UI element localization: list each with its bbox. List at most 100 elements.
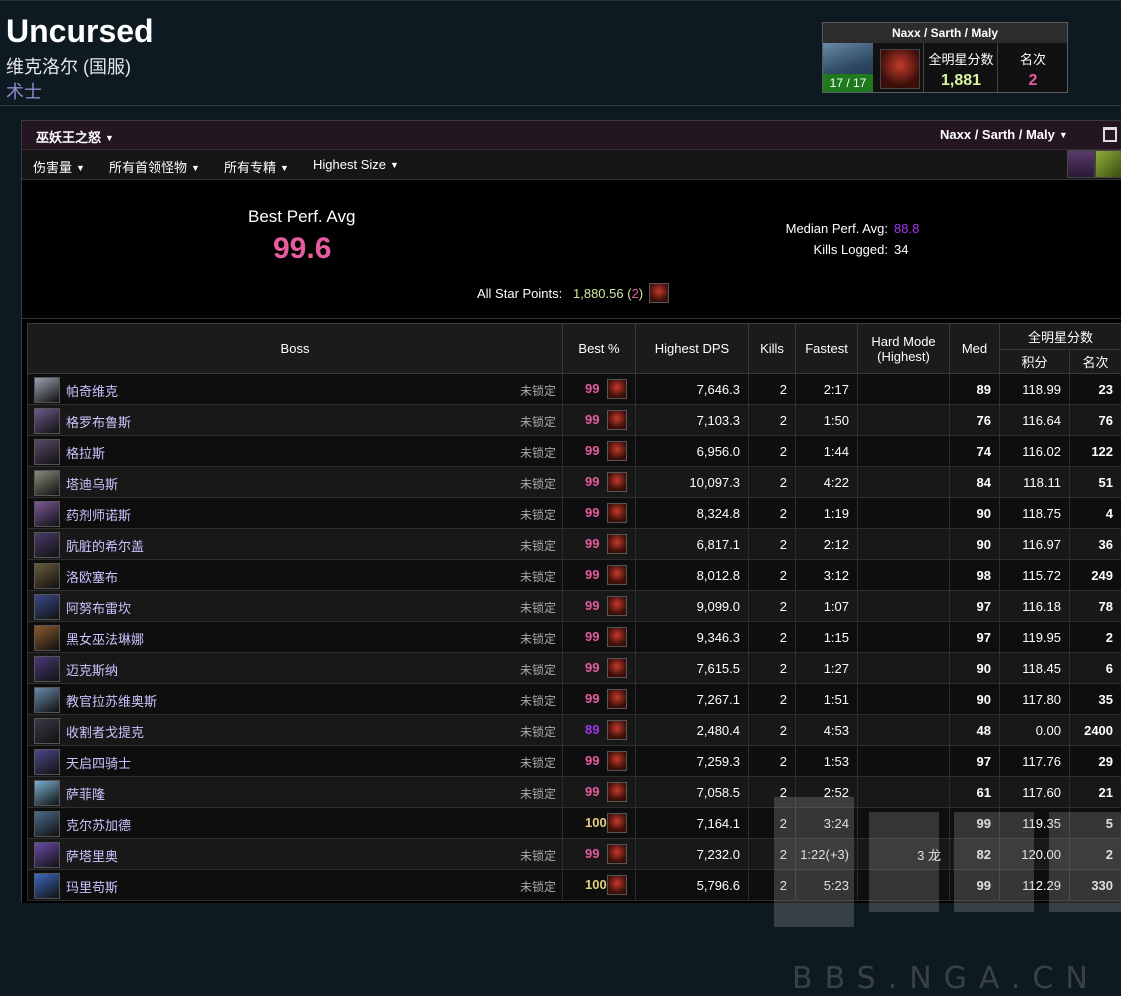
table-row[interactable]: 萨塔里奥未锁定997,232.021:22(+3)3 龙82120.002	[28, 839, 1121, 870]
best-perf-avg-label: Best Perf. Avg	[248, 207, 355, 227]
boss-name-link[interactable]: 萨菲隆	[66, 784, 105, 803]
spec-icon	[607, 565, 627, 585]
all-star-points: 116.64	[1000, 405, 1070, 436]
table-row[interactable]: 克尔苏加德1007,164.123:2499119.355	[28, 808, 1121, 839]
character-realm[interactable]: 维克洛尔 (国服)	[6, 53, 131, 79]
asp-value: 1,880.56	[573, 286, 624, 301]
best-percent-cell: 99	[563, 529, 636, 560]
maximize-icon[interactable]	[1103, 127, 1117, 142]
col-rank[interactable]: 名次	[1070, 350, 1121, 374]
table-row[interactable]: 洛欧塞布未锁定998,012.823:1298115.72249	[28, 560, 1121, 591]
best-percent[interactable]: 99	[585, 660, 599, 675]
highest-dps: 7,615.5	[636, 653, 749, 684]
boss-name-link[interactable]: 天启四骑士	[66, 753, 131, 772]
best-percent[interactable]: 99	[585, 691, 599, 706]
kills: 2	[749, 839, 796, 870]
table-row[interactable]: 玛里苟斯未锁定1005,796.625:2399112.29330	[28, 870, 1121, 901]
fastest: 5:23	[796, 870, 858, 901]
best-percent[interactable]: 99	[585, 598, 599, 613]
party-icon[interactable]	[1067, 150, 1095, 178]
boss-name-link[interactable]: 玛里苟斯	[66, 877, 118, 896]
key-icon[interactable]	[1095, 150, 1121, 178]
table-row[interactable]: 收割者戈提克未锁定892,480.424:53480.002400	[28, 715, 1121, 746]
boss-name-link[interactable]: 阿努布雷坎	[66, 598, 131, 617]
boss-name-link[interactable]: 教官拉苏维奥斯	[66, 691, 157, 710]
expansion-dropdown[interactable]: 巫妖王之怒▼	[36, 127, 114, 146]
best-percent[interactable]: 99	[585, 629, 599, 644]
table-row[interactable]: 塔迪乌斯未锁定9910,097.324:2284118.1151	[28, 467, 1121, 498]
best-percent[interactable]: 99	[585, 381, 599, 396]
boss-name-link[interactable]: 药剂师诺斯	[66, 505, 131, 524]
boss-name-link[interactable]: 黑女巫法琳娜	[66, 629, 144, 648]
best-percent[interactable]: 99	[585, 753, 599, 768]
zone-dropdown[interactable]: Naxx / Sarth / Maly▼	[940, 127, 1068, 142]
boss-cell: 黑女巫法琳娜未锁定	[28, 622, 563, 653]
boss-name-link[interactable]: 克尔苏加德	[66, 815, 131, 834]
spec-icon	[607, 472, 627, 492]
boss-name-link[interactable]: 洛欧塞布	[66, 567, 118, 586]
table-row[interactable]: 格拉斯未锁定996,956.021:4474116.02122	[28, 436, 1121, 467]
table-row[interactable]: 教官拉苏维奥斯未锁定997,267.121:5190117.8035	[28, 684, 1121, 715]
col-kills[interactable]: Kills	[749, 324, 796, 374]
best-percent[interactable]: 99	[585, 846, 599, 861]
median-percent: 97	[950, 622, 1000, 653]
boss-name-link[interactable]: 收割者戈提克	[66, 722, 144, 741]
all-star-points: 117.80	[1000, 684, 1070, 715]
size-filter-dropdown[interactable]: Highest Size▼	[313, 157, 399, 172]
col-fastest[interactable]: Fastest	[796, 324, 858, 374]
median-percent: 97	[950, 746, 1000, 777]
all-star-points: 118.75	[1000, 498, 1070, 529]
col-highest-dps[interactable]: Highest DPS	[636, 324, 749, 374]
boss-cell: 洛欧塞布未锁定	[28, 560, 563, 591]
best-percent[interactable]: 99	[585, 412, 599, 427]
table-row[interactable]: 天启四骑士未锁定997,259.321:5397117.7629	[28, 746, 1121, 777]
table-row[interactable]: 阿努布雷坎未锁定999,099.021:0797116.1878	[28, 591, 1121, 622]
boss-name-link[interactable]: 迈克斯纳	[66, 660, 118, 679]
kills: 2	[749, 808, 796, 839]
metric-dropdown[interactable]: 伤害量▼	[33, 157, 85, 176]
table-row[interactable]: 萨菲隆未锁定997,058.522:5261117.6021	[28, 777, 1121, 808]
col-points[interactable]: 积分	[1000, 350, 1070, 374]
fastest: 1:07	[796, 591, 858, 622]
table-row[interactable]: 药剂师诺斯未锁定998,324.821:1990118.754	[28, 498, 1121, 529]
best-percent[interactable]: 99	[585, 505, 599, 520]
best-percent[interactable]: 100	[585, 815, 607, 830]
col-best-percent[interactable]: Best %	[563, 324, 636, 374]
boss-name-link[interactable]: 帕奇维克	[66, 381, 118, 400]
best-percent[interactable]: 99	[585, 567, 599, 582]
fastest: 1:50	[796, 405, 858, 436]
boss-name-link[interactable]: 格拉斯	[66, 443, 105, 462]
col-median[interactable]: Med	[950, 324, 1000, 374]
boss-name-link[interactable]: 萨塔里奥	[66, 846, 118, 865]
boss-name-link[interactable]: 肮脏的希尔盖	[66, 536, 144, 555]
col-boss[interactable]: Boss	[28, 324, 563, 374]
table-row[interactable]: 肮脏的希尔盖未锁定996,817.122:1290116.9736	[28, 529, 1121, 560]
spec-filter-dropdown[interactable]: 所有专精▼	[224, 157, 289, 176]
table-row[interactable]: 格罗布鲁斯未锁定997,103.321:5076116.6476	[28, 405, 1121, 436]
zone-rank-box[interactable]: Naxx / Sarth / Maly 17 / 17 全明星分数 1,881 …	[822, 22, 1068, 93]
table-row[interactable]: 迈克斯纳未锁定997,615.521:2790118.456	[28, 653, 1121, 684]
table-row[interactable]: 黑女巫法琳娜未锁定999,346.321:1597119.952	[28, 622, 1121, 653]
best-percent[interactable]: 99	[585, 784, 599, 799]
boss-name-link[interactable]: 格罗布鲁斯	[66, 412, 131, 431]
spec-icon	[607, 441, 627, 461]
best-percent[interactable]: 99	[585, 536, 599, 551]
best-percent[interactable]: 89	[585, 722, 599, 737]
hard-mode	[858, 436, 950, 467]
lock-status: 未锁定	[520, 878, 556, 895]
hard-mode	[858, 808, 950, 839]
best-percent[interactable]: 100	[585, 877, 607, 892]
boss-portrait-icon	[34, 470, 60, 496]
col-hard-mode[interactable]: Hard Mode(Highest)	[858, 324, 950, 374]
best-percent-cell: 99	[563, 374, 636, 405]
kills: 2	[749, 591, 796, 622]
expansion-bar: 巫妖王之怒▼ Naxx / Sarth / Maly▼	[22, 121, 1121, 150]
hard-mode	[858, 653, 950, 684]
highest-dps: 6,956.0	[636, 436, 749, 467]
best-percent[interactable]: 99	[585, 474, 599, 489]
table-row[interactable]: 帕奇维克未锁定997,646.322:1789118.9923	[28, 374, 1121, 405]
best-percent-cell: 99	[563, 436, 636, 467]
boss-name-link[interactable]: 塔迪乌斯	[66, 474, 118, 493]
best-percent[interactable]: 99	[585, 443, 599, 458]
boss-filter-dropdown[interactable]: 所有首领怪物▼	[109, 157, 200, 176]
